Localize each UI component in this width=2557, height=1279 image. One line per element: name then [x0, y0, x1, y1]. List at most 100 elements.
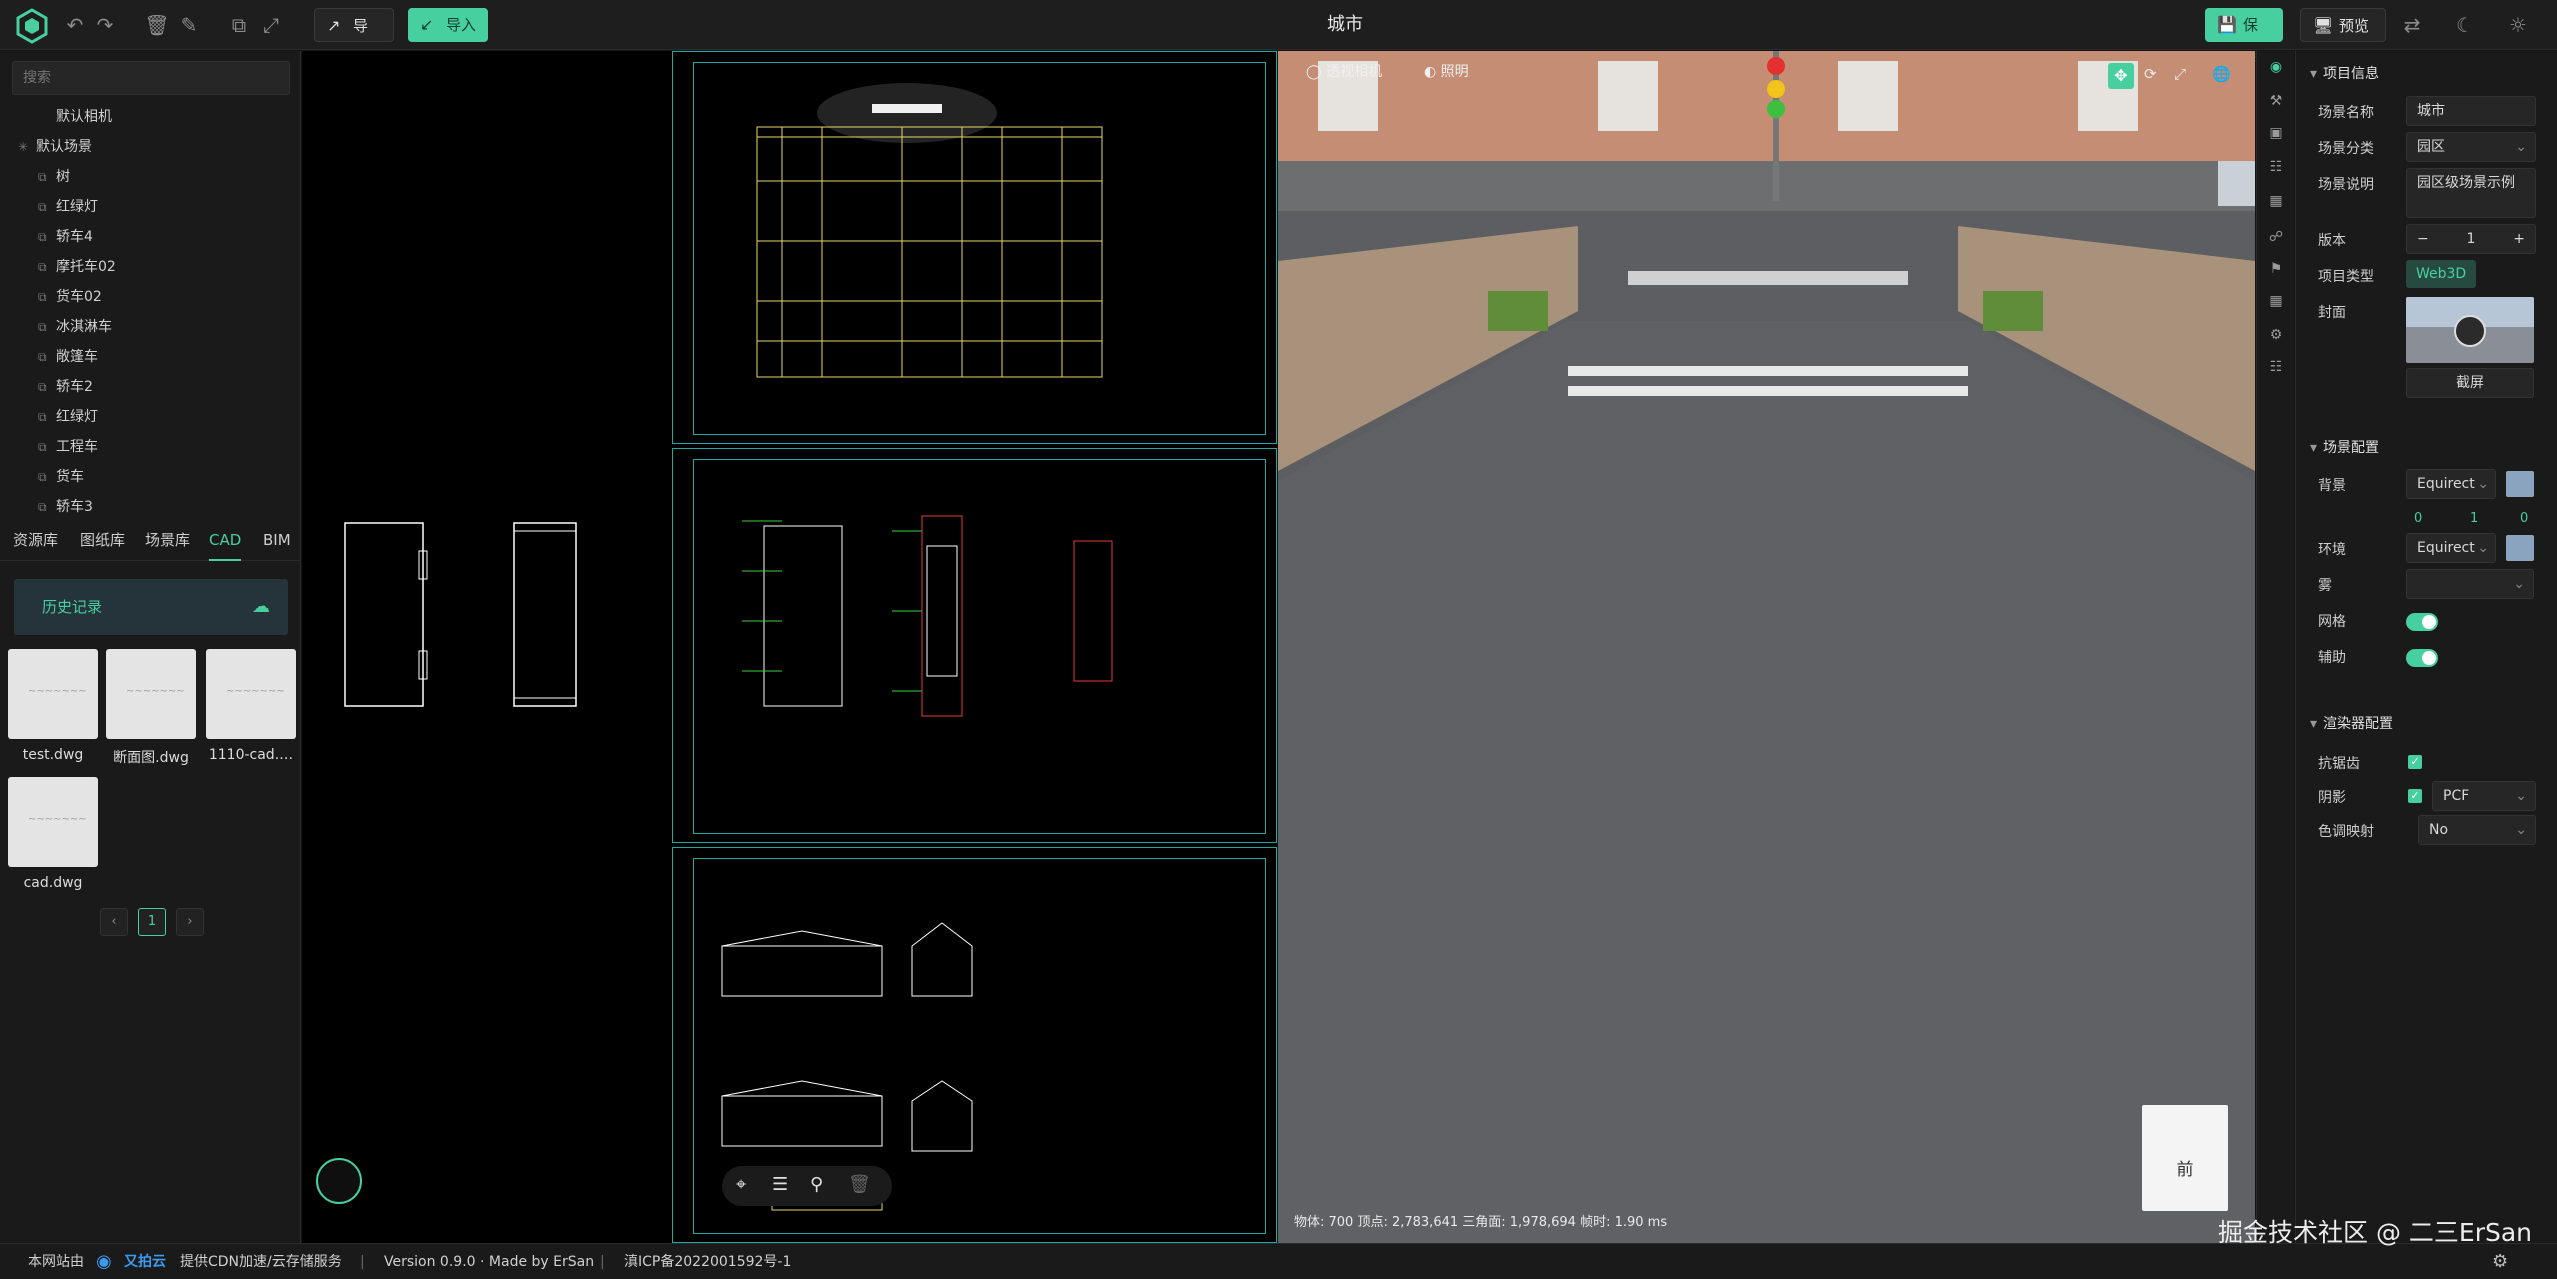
app-logo-icon[interactable] [14, 8, 50, 44]
tree-child-item[interactable]: ⧉ 冰淇淋车 [38, 313, 112, 341]
tool-icon[interactable]: ⚒ [2267, 93, 2285, 109]
tree-child-item[interactable]: ⧉ 摩托车02 [38, 253, 116, 281]
footer-icp[interactable]: 滇ICP备2022001592号-1 [624, 1244, 791, 1279]
background-select[interactable]: Equirect ⌄ [2406, 469, 2496, 499]
world-space-icon[interactable]: 🌐 [2212, 65, 2231, 83]
3d-viewport[interactable]: ◯ 透视相机 ◐ 照明 ✥ ⟳ ⤢ 🌐 物体: 700 顶点: 2,783,64… [1278, 51, 2255, 1243]
scene-category-select[interactable]: 园区 ⌄ [2406, 132, 2536, 162]
preview-button[interactable]: 🖥 预览 [2300, 8, 2386, 42]
flag-icon[interactable]: ⚑ [2267, 261, 2285, 277]
view-cube[interactable]: 前 [2142, 1105, 2228, 1211]
shadow-type-select[interactable]: PCF ⌄ [2432, 781, 2536, 811]
background-rotation-x[interactable]: 0 [2414, 511, 2422, 526]
tree-child-item[interactable]: ⧉ 工程车 [38, 433, 98, 461]
clear-icon[interactable]: ✎ [176, 12, 202, 38]
increment-icon[interactable]: + [2513, 225, 2525, 253]
cad-sheet[interactable] [672, 448, 1277, 843]
theme-palette-icon[interactable]: ☼ [2505, 12, 2531, 38]
tree-child-item[interactable]: ⧉ 红绿灯 [38, 193, 98, 221]
copy-icon[interactable]: ⧉ [226, 12, 252, 38]
cad-file-item[interactable]: ~~~~~~~ 1110-cad.… [206, 649, 296, 763]
background-texture-swatch[interactable] [2506, 471, 2534, 497]
section-scene-config[interactable]: 场景配置 [2310, 437, 2379, 457]
helper-toggle[interactable] [2406, 649, 2438, 667]
scene-settings-icon[interactable]: ◉ [2267, 59, 2285, 75]
section-project-info[interactable]: 项目信息 [2310, 63, 2379, 83]
dark-mode-icon[interactable]: ☾ [2452, 12, 2478, 38]
shadow-checkbox[interactable]: ✓ [2408, 789, 2422, 803]
background-rotation-z[interactable]: 0 [2520, 511, 2528, 526]
fog-select[interactable]: ⌄ [2406, 569, 2534, 599]
environment-select[interactable]: Equirect ⌄ [2406, 533, 2496, 563]
version-stepper[interactable]: − 1 + [2406, 224, 2536, 254]
tree-root-item[interactable]: 默认相机 [38, 103, 112, 131]
tab-library[interactable]: 场景库 [145, 521, 190, 561]
camera-mode[interactable]: ◯ 透视相机 [1306, 61, 1382, 81]
tab-library[interactable]: 资源库 [13, 521, 58, 561]
footer-brand[interactable]: 又拍云 [124, 1244, 166, 1279]
export-button[interactable]: ↗ 导出 [314, 8, 394, 69]
cad-file-name: 断面图.dwg [113, 750, 189, 766]
prev-page-button[interactable]: ‹ [100, 908, 128, 936]
history-bar[interactable]: 历史记录 ☁ [14, 579, 288, 635]
view-cube-front-face[interactable]: 前 [2142, 1155, 2228, 1180]
layers-icon[interactable]: ☰ [772, 1174, 788, 1195]
page-number[interactable]: 1 [138, 908, 166, 936]
decrement-icon[interactable]: − [2417, 225, 2429, 253]
cover-image[interactable] [2406, 297, 2534, 363]
rotate-gizmo-icon[interactable]: ⟳ [2144, 65, 2157, 83]
file-icon[interactable]: ☷ [2267, 159, 2285, 175]
pin-icon[interactable]: ⚲ [810, 1174, 823, 1195]
tab-library[interactable]: CAD [209, 521, 242, 561]
cad-viewer[interactable]: ⌖ ☰ ⚲ 🗑 [302, 51, 1277, 1243]
image-icon[interactable]: ▦ [2267, 193, 2285, 209]
antialias-checkbox[interactable]: ✓ [2408, 755, 2422, 769]
background-rotation-y[interactable]: 1 [2470, 511, 2478, 526]
tree-root-item[interactable]: ✳ 默认场景 [18, 133, 92, 161]
cad-home-icon[interactable] [316, 1158, 362, 1204]
tree-child-item[interactable]: ⧉ 红绿灯 [38, 403, 98, 431]
tree-child-item[interactable]: ⧉ 货车02 [38, 283, 102, 311]
redo-icon[interactable]: ↷ [92, 12, 118, 38]
cloud-upload-icon[interactable]: ☁ [252, 579, 270, 635]
tab-library[interactable]: 图纸库 [80, 521, 125, 561]
upyun-logo-icon[interactable]: ◉ [96, 1244, 112, 1279]
environment-texture-swatch[interactable] [2506, 535, 2534, 561]
undo-icon[interactable]: ↶ [62, 12, 88, 38]
grid-toggle[interactable] [2406, 613, 2438, 631]
tonemap-select[interactable]: No ⌄ [2418, 815, 2536, 845]
save-button[interactable]: 💾 保存 [2205, 8, 2283, 68]
tree-child-item[interactable]: ⧉ 轿车2 [38, 373, 93, 401]
scene-name-input[interactable]: 城市 [2406, 96, 2536, 126]
tree-child-item[interactable]: ⧉ 轿车4 [38, 223, 93, 251]
scale-gizmo-icon[interactable]: ⤢ [2174, 65, 2186, 83]
tree-child-item[interactable]: ⧉ 敞篷车 [38, 343, 98, 371]
fullscreen-icon[interactable]: ⤢ [258, 12, 284, 38]
cad-file-item[interactable]: ~~~~~~~ test.dwg [8, 649, 98, 763]
material-icon[interactable]: ▣ [2267, 125, 2285, 141]
document-icon[interactable]: ☷ [2267, 359, 2285, 375]
section-renderer-config[interactable]: 渲染器配置 [2310, 713, 2393, 733]
tab-library[interactable]: BIM [263, 521, 291, 561]
search-input[interactable] [12, 61, 290, 95]
trash-icon[interactable]: 🗑 [848, 1174, 871, 1195]
screenshot-button[interactable]: 截屏 [2406, 368, 2534, 398]
scene-desc-textarea[interactable]: 园区级场景示例 [2406, 168, 2536, 218]
delete-icon[interactable]: 🗑 [144, 12, 170, 38]
cad-file-item[interactable]: ~~~~~~~ 断面图.dwg [106, 649, 196, 767]
locate-icon[interactable]: ⌖ [736, 1174, 746, 1195]
cad-file-item[interactable]: ~~~~~~~ cad.dwg [8, 777, 98, 891]
import-button[interactable]: ↙ 导入 [408, 8, 488, 42]
checker-icon[interactable]: ▦ [2267, 293, 2285, 309]
next-page-button[interactable]: › [176, 908, 204, 936]
move-gizmo-icon[interactable]: ✥ [2108, 63, 2134, 89]
language-icon[interactable]: ⇄ [2399, 12, 2425, 38]
script-icon[interactable]: ⚙ [2267, 327, 2285, 343]
light-mode[interactable]: ◐ 照明 [1424, 61, 1469, 81]
tree-child-item[interactable]: ⧉ 轿车3 [38, 493, 93, 521]
tree-child-item[interactable]: ⧉ 货车 [38, 463, 84, 491]
animation-icon[interactable]: ☍ [2267, 229, 2285, 245]
cad-sheet[interactable] [672, 51, 1277, 444]
settings-gear-icon[interactable]: ⚙ [2492, 1244, 2508, 1279]
tree-child-item[interactable]: ⧉ 树 [38, 163, 70, 191]
